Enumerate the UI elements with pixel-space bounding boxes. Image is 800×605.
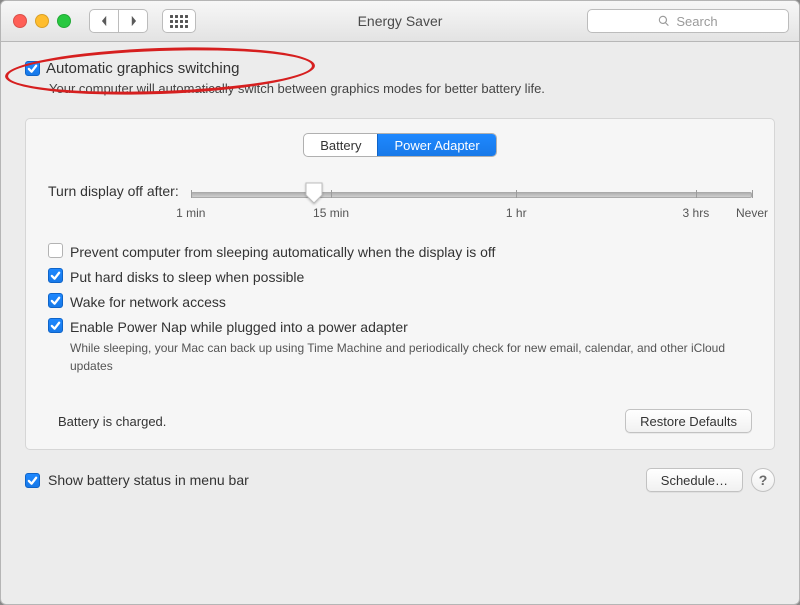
slider-thumb-icon bbox=[305, 182, 323, 204]
option-power-nap-label: Enable Power Nap while plugged into a po… bbox=[70, 318, 752, 336]
option-hd-sleep-label: Put hard disks to sleep when possible bbox=[70, 268, 304, 286]
minimize-window-button[interactable] bbox=[35, 14, 49, 28]
restore-defaults-button[interactable]: Restore Defaults bbox=[625, 409, 752, 433]
option-hd-sleep[interactable]: Put hard disks to sleep when possible bbox=[48, 268, 752, 286]
chevron-left-icon bbox=[100, 15, 109, 27]
schedule-button[interactable]: Schedule… bbox=[646, 468, 743, 492]
back-button[interactable] bbox=[90, 10, 118, 32]
help-button[interactable]: ? bbox=[751, 468, 775, 492]
option-prevent-sleep-label: Prevent computer from sleeping automatic… bbox=[70, 243, 495, 261]
check-icon bbox=[50, 270, 61, 281]
show-battery-status-checkbox[interactable] bbox=[25, 473, 40, 488]
auto-graphics-label: Automatic graphics switching bbox=[46, 60, 239, 77]
option-wake-network[interactable]: Wake for network access bbox=[48, 293, 752, 311]
forward-button[interactable] bbox=[118, 10, 147, 32]
tab-battery-label: Battery bbox=[320, 138, 361, 153]
content-area: Automatic graphics switching Your comput… bbox=[1, 42, 799, 604]
options-list: Prevent computer from sleeping automatic… bbox=[48, 243, 752, 375]
display-off-label: Turn display off after: bbox=[48, 183, 179, 199]
search-icon bbox=[658, 15, 670, 27]
search-placeholder: Search bbox=[676, 14, 717, 29]
option-power-nap[interactable]: Enable Power Nap while plugged into a po… bbox=[48, 318, 752, 375]
tab-battery[interactable]: Battery bbox=[304, 134, 377, 156]
auto-graphics-checkbox[interactable] bbox=[25, 61, 40, 76]
option-wake-network-label: Wake for network access bbox=[70, 293, 226, 311]
chevron-right-icon bbox=[129, 15, 138, 27]
tick-label: 1 min bbox=[176, 206, 205, 220]
schedule-label: Schedule… bbox=[661, 473, 728, 488]
check-icon bbox=[27, 475, 38, 486]
check-icon bbox=[27, 63, 38, 74]
show-battery-status-label: Show battery status in menu bar bbox=[48, 472, 249, 488]
option-power-nap-checkbox[interactable] bbox=[48, 318, 63, 333]
settings-panel: Battery Power Adapter Turn display off a… bbox=[25, 118, 775, 450]
option-hd-sleep-checkbox[interactable] bbox=[48, 268, 63, 283]
tick-label: 3 hrs bbox=[683, 206, 710, 220]
footer-row: Show battery status in menu bar Schedule… bbox=[25, 468, 775, 492]
search-field[interactable]: Search bbox=[587, 9, 789, 33]
tab-segmented-control: Battery Power Adapter bbox=[48, 133, 752, 157]
display-off-slider[interactable]: 1 min 15 min 1 hr 3 hrs Never bbox=[191, 184, 752, 216]
close-window-button[interactable] bbox=[13, 14, 27, 28]
help-icon: ? bbox=[759, 472, 768, 488]
check-icon bbox=[50, 295, 61, 306]
tick-label: Never bbox=[736, 206, 768, 220]
option-prevent-sleep[interactable]: Prevent computer from sleeping automatic… bbox=[48, 243, 752, 261]
auto-graphics-row[interactable]: Automatic graphics switching bbox=[25, 60, 775, 77]
window-controls bbox=[13, 14, 71, 28]
battery-status-text: Battery is charged. bbox=[58, 414, 166, 429]
zoom-window-button[interactable] bbox=[57, 14, 71, 28]
restore-defaults-label: Restore Defaults bbox=[640, 414, 737, 429]
slider-thumb[interactable] bbox=[305, 182, 323, 204]
energy-saver-window: Energy Saver Search Automatic graphics s… bbox=[0, 0, 800, 605]
auto-graphics-description: Your computer will automatically switch … bbox=[49, 81, 775, 96]
tick-label: 15 min bbox=[313, 206, 349, 220]
option-prevent-sleep-checkbox[interactable] bbox=[48, 243, 63, 258]
option-power-nap-description: While sleeping, your Mac can back up usi… bbox=[70, 339, 752, 375]
option-wake-network-checkbox[interactable] bbox=[48, 293, 63, 308]
check-icon bbox=[50, 320, 61, 331]
tick-label: 1 hr bbox=[506, 206, 527, 220]
tab-power-adapter-label: Power Adapter bbox=[394, 138, 479, 153]
slider-ticks bbox=[191, 191, 752, 198]
display-off-slider-row: Turn display off after: 1 min 15 min 1 h… bbox=[48, 183, 752, 217]
nav-back-forward bbox=[89, 9, 148, 33]
panel-footer: Battery is charged. Restore Defaults bbox=[48, 409, 752, 433]
tab-power-adapter[interactable]: Power Adapter bbox=[377, 134, 495, 156]
titlebar: Energy Saver Search bbox=[1, 1, 799, 42]
grid-icon bbox=[170, 15, 188, 28]
show-all-button[interactable] bbox=[162, 9, 196, 33]
